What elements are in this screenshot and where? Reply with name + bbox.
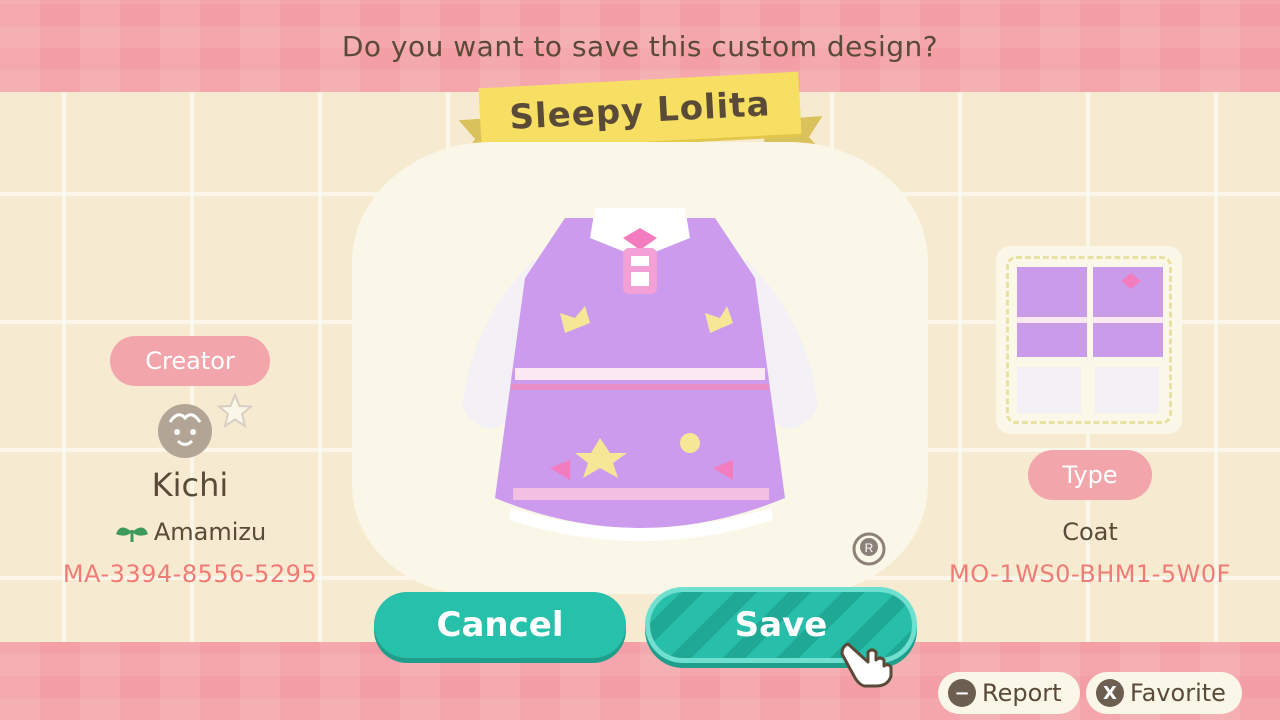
pattern-thumbnail xyxy=(996,246,1182,434)
creator-island: Amamizu xyxy=(80,518,300,546)
coat-preview xyxy=(462,208,818,541)
bottom-band xyxy=(0,642,1280,720)
sprout-icon xyxy=(115,527,148,542)
creator-label: Creator xyxy=(110,336,270,386)
creator-code: MA-3394-8556-5295 xyxy=(62,560,318,588)
creator-name: Kichi xyxy=(151,466,229,504)
favorite-hint[interactable]: X Favorite xyxy=(1086,672,1242,714)
avatar-face-icon xyxy=(156,402,214,460)
minus-button-icon: − xyxy=(948,679,976,707)
prompt-text: Do you want to save this custom design? xyxy=(341,30,939,63)
favorite-label: Favorite xyxy=(1130,679,1226,707)
type-label: Type xyxy=(1028,450,1152,500)
island-name: Amamizu xyxy=(153,518,267,546)
cancel-button[interactable]: Cancel xyxy=(374,592,626,658)
svg-text:R: R xyxy=(865,541,874,555)
report-hint[interactable]: − Report xyxy=(938,672,1080,714)
x-button-icon: X xyxy=(1096,679,1124,707)
report-label: Report xyxy=(982,679,1062,707)
r-stick-icon: R xyxy=(852,532,886,566)
pointer-hand-icon xyxy=(838,630,896,688)
star-icon xyxy=(216,392,254,430)
design-code: MO-1WS0-BHM1-5W0F xyxy=(949,560,1231,588)
type-value: Coat xyxy=(1062,518,1118,546)
